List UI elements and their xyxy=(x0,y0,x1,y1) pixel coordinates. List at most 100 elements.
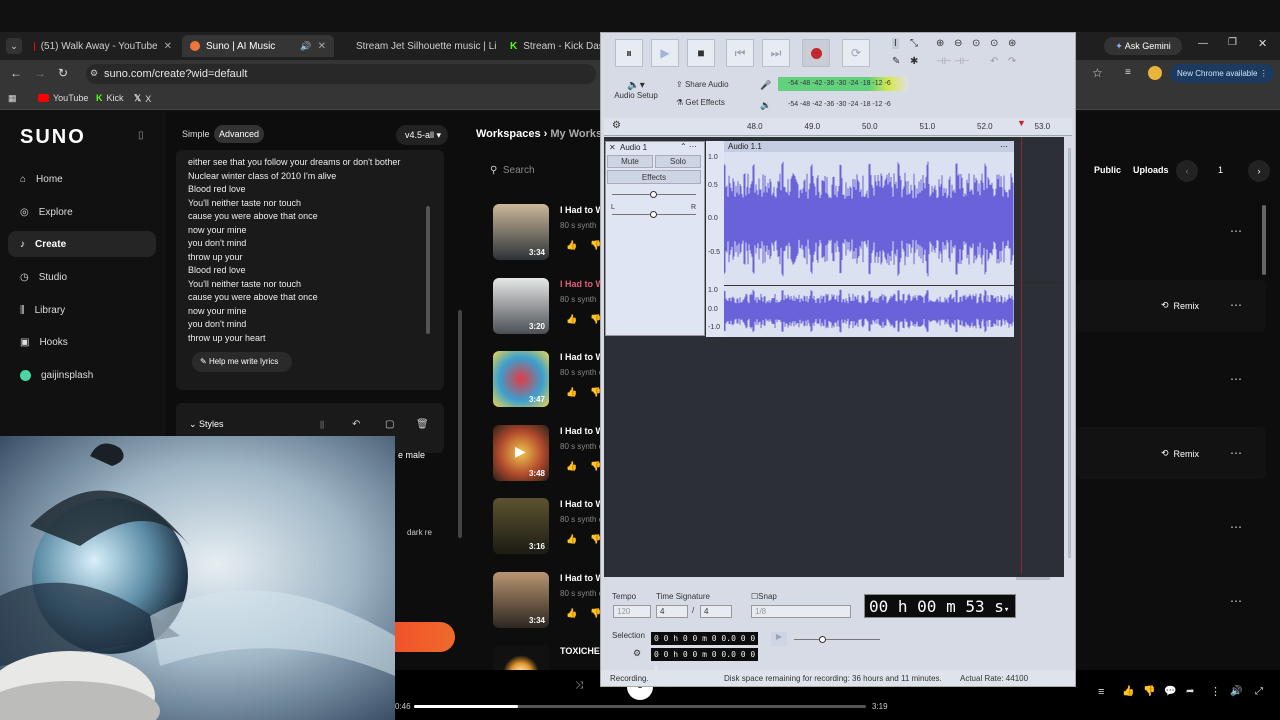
prev-page-button[interactable]: ‹ xyxy=(1176,160,1198,182)
sidebar-item-explore[interactable]: ◎ Explore xyxy=(20,199,73,225)
sidebar-item-profile[interactable]: gaijinsplash xyxy=(20,362,93,388)
timeline-settings-icon[interactable]: ⚙ xyxy=(612,120,621,131)
like-icon[interactable]: 👍 xyxy=(566,314,577,325)
play-button[interactable]: ▶ xyxy=(651,39,679,67)
bookmark-kick[interactable]: K Kick xyxy=(96,93,124,103)
song-thumbnail[interactable]: ▶ 3:48 xyxy=(493,424,549,481)
sidebar-item-library[interactable]: ⫼ Library xyxy=(20,297,65,323)
envelope-tool-icon[interactable]: ⤡ xyxy=(910,38,918,49)
song-thumbnail[interactable]: 3:16 xyxy=(493,498,549,554)
ask-gemini-button[interactable]: ✦ Ask Gemini xyxy=(1104,37,1182,55)
like-icon[interactable]: 👍 xyxy=(1122,686,1134,697)
more-icon[interactable]: ⋮ xyxy=(1210,685,1221,698)
like-icon[interactable]: 👍 xyxy=(566,608,577,619)
song-thumbnail[interactable]: 3:20 xyxy=(493,277,549,334)
player-progress-track[interactable] xyxy=(414,705,866,708)
trash-icon[interactable]: 🗑 xyxy=(416,419,429,430)
song-title[interactable]: I Had to W xyxy=(560,426,604,436)
fit-project-icon[interactable]: ⊙ xyxy=(990,38,998,49)
time-signature-numerator[interactable]: 4 xyxy=(656,605,688,618)
comment-icon[interactable]: 💬 xyxy=(1164,686,1176,697)
copy-icon[interactable]: ▢ xyxy=(385,419,394,430)
maximize-button[interactable]: ❐ xyxy=(1228,37,1237,48)
selection-start[interactable]: 0 0 h 0 0 m 0 0.0 0 0 s xyxy=(651,632,758,656)
song-title[interactable]: I Had to W xyxy=(560,499,604,509)
tab-youtube[interactable]: (51) Walk Away - YouTube ✕ xyxy=(26,35,180,57)
back-icon[interactable]: ← xyxy=(10,66,22,80)
create-button[interactable] xyxy=(395,622,455,652)
sidebar-item-studio[interactable]: ◷ Studio xyxy=(20,264,67,290)
fit-selection-icon[interactable]: ⊙ xyxy=(972,38,980,49)
share-audio-button[interactable]: ⇪ Share Audio xyxy=(676,80,729,89)
next-page-button[interactable]: › xyxy=(1248,160,1270,182)
tab-search-button[interactable]: ⌄ xyxy=(6,38,22,54)
new-chrome-available-button[interactable]: New Chrome available ⋮ xyxy=(1170,64,1274,83)
record-meter-icon[interactable]: 🎤 xyxy=(760,80,771,91)
snap-checkbox[interactable]: ☐Snap xyxy=(751,592,777,601)
selection-tool-icon[interactable]: I xyxy=(892,38,899,49)
model-select[interactable]: v4.5-all ▾ xyxy=(396,125,448,145)
zoom-out-icon[interactable]: ⊖ xyxy=(954,38,962,49)
song-title[interactable]: I Had to W xyxy=(560,279,604,289)
more-icon[interactable]: ⋯ xyxy=(1230,446,1242,460)
queue-icon[interactable]: ≡ xyxy=(1098,686,1104,698)
silence-icon[interactable]: ⊣⊢ xyxy=(954,56,970,67)
reading-list-icon[interactable]: ≡ xyxy=(1125,67,1131,78)
mute-button[interactable]: Mute xyxy=(607,155,653,168)
fullscreen-icon[interactable]: ⤢ xyxy=(1255,686,1263,697)
breadcrumb[interactable]: Workspaces › My Worksp xyxy=(476,128,609,140)
timeline-ruler[interactable] xyxy=(604,118,1072,136)
undo-icon[interactable]: ↶ xyxy=(990,56,998,67)
share-icon[interactable]: ➦ xyxy=(1186,686,1194,697)
song-thumbnail[interactable]: 3:34 xyxy=(493,571,549,628)
undo-icon[interactable]: ↶ xyxy=(352,419,360,430)
song-thumbnail[interactable]: 3:34 xyxy=(493,204,549,260)
reload-icon[interactable]: ↻ xyxy=(58,66,68,80)
song-thumbnail[interactable]: 3:47 xyxy=(493,351,549,407)
sidebar-item-hooks[interactable]: ▣ Hooks xyxy=(20,329,68,355)
tempo-input[interactable]: 120 xyxy=(613,605,651,618)
audio-setup-button[interactable]: 🔈▾ Audio Setup xyxy=(612,80,660,100)
more-icon[interactable]: ⋯ xyxy=(1230,298,1242,312)
sidebar-item-create[interactable]: ♪ Create xyxy=(8,231,156,257)
audio-clip[interactable]: Audio 1.1 ⋯ xyxy=(724,141,1014,337)
public-filter[interactable]: Public xyxy=(1094,165,1121,175)
remix-button[interactable]: ⟲ Remix xyxy=(1161,300,1199,311)
track-name[interactable]: Audio 1 xyxy=(620,143,647,152)
song-list-scrollbar[interactable] xyxy=(458,310,462,538)
pause-button[interactable]: ⏸ xyxy=(615,39,643,67)
close-window-button[interactable]: ✕ xyxy=(1258,37,1267,50)
tab-kick[interactable]: KStream - Kick Dashbo xyxy=(502,35,602,57)
tab-soundcloud[interactable]: Stream Jet Silhouette music | Li✕ xyxy=(342,35,500,57)
horizontal-scrollbar[interactable] xyxy=(1016,577,1050,580)
track-collapse-icon[interactable]: ⌃ ⋯ xyxy=(680,142,697,151)
time-display[interactable]: 00 h 00 m 53 s▾ xyxy=(864,594,1016,618)
more-icon[interactable]: ⋯ xyxy=(1230,224,1242,238)
dislike-icon[interactable]: 👎 xyxy=(1143,686,1155,697)
snap-select[interactable]: 1/8 xyxy=(751,605,851,618)
address-bar[interactable]: suno.com/create?wid=default xyxy=(86,64,596,84)
profile-avatar[interactable] xyxy=(1148,66,1162,80)
multi-tool-icon[interactable]: ✱ xyxy=(910,56,918,67)
like-icon[interactable]: 👍 xyxy=(566,534,577,545)
forward-icon[interactable]: → xyxy=(34,66,46,80)
song-title[interactable]: I Had to W xyxy=(560,205,604,215)
apps-icon[interactable]: ▦ xyxy=(8,93,17,104)
skip-start-button[interactable]: ⏮ xyxy=(726,39,754,67)
volume-icon[interactable]: 🔊 xyxy=(1230,686,1242,697)
play-icon[interactable]: ▶ xyxy=(515,443,526,460)
styles-library-icon[interactable]: ⫼ xyxy=(320,420,324,431)
close-icon[interactable]: ✕ xyxy=(318,41,326,52)
uploads-filter[interactable]: Uploads xyxy=(1133,165,1169,175)
stop-button[interactable]: ■ xyxy=(687,39,715,67)
lyrics-scrollbar[interactable] xyxy=(426,206,430,334)
trim-icon[interactable]: ⊣⊢ xyxy=(936,56,952,67)
playback-meter[interactable]: -54 -48 -42 -36 -30 -24 -18 -12 -6 xyxy=(778,98,928,112)
mode-simple-button[interactable]: Simple xyxy=(182,129,210,139)
bookmark-star-icon[interactable]: ☆ xyxy=(1092,66,1103,80)
bookmark-x[interactable]: 𝕏X xyxy=(134,93,151,104)
effects-button[interactable]: Effects xyxy=(607,170,701,184)
help-write-lyrics-button[interactable]: ✎ Help me write lyrics xyxy=(192,352,292,372)
song-title[interactable]: TOXICHE xyxy=(560,646,600,656)
styles-toggle[interactable]: ⌄ Styles xyxy=(189,419,224,430)
